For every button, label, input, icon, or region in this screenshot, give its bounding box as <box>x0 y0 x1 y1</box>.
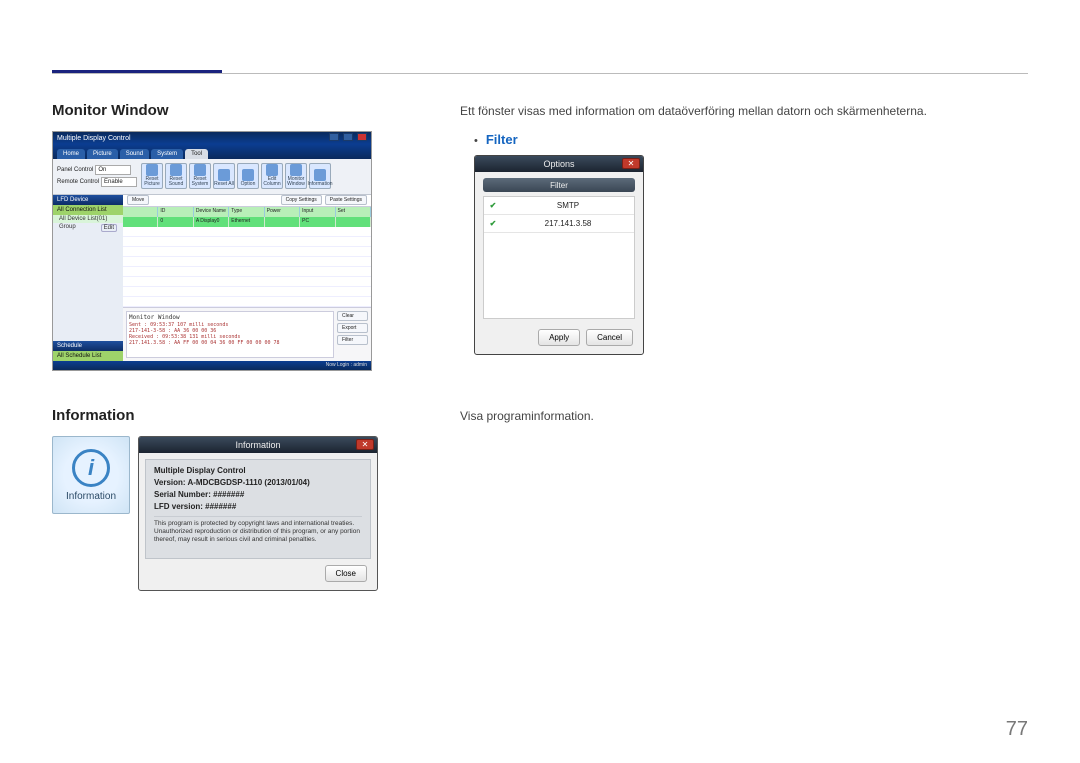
information-dialog: Information ✕ Multiple Display Control V… <box>138 436 378 591</box>
edit-column-icon <box>266 164 278 176</box>
page-number: 77 <box>1006 718 1028 741</box>
mdc-monitor-panel: Monitor Window Sent : 09:53:37 107 milli… <box>123 307 371 361</box>
monitor-icon <box>290 164 302 176</box>
table-header-row: ID Device Name Type Power Input Set <box>123 207 371 217</box>
edit-column-button[interactable]: Edit Column <box>261 163 283 189</box>
filter-button[interactable]: Filter <box>337 335 368 345</box>
sidebar-group: Group Edit <box>53 223 123 233</box>
check-icon: ✔ <box>484 201 502 210</box>
close-icon[interactable]: ✕ <box>622 158 640 169</box>
mdc-window-controls <box>327 133 367 143</box>
sidebar-device-count[interactable]: All Device List(01) <box>53 215 123 223</box>
mdc-toolbar: Panel Control On Remote Control Enable R… <box>53 159 371 195</box>
cancel-button[interactable]: Cancel <box>586 329 633 346</box>
filter-label: Filter <box>486 132 518 147</box>
list-item[interactable]: ✔ 217.141.3.58 <box>484 215 634 233</box>
remote-control-label: Remote Control <box>57 179 99 185</box>
mdc-titlebar: Multiple Display Control <box>53 132 371 144</box>
information-tile[interactable]: i Information <box>52 436 130 514</box>
tab-system[interactable]: System <box>151 149 183 159</box>
reset-picture-button[interactable]: Reset Picture <box>141 163 163 189</box>
tab-tool[interactable]: Tool <box>185 149 208 159</box>
reset-all-button[interactable]: Reset All <box>213 163 235 189</box>
reset-system-icon <box>194 164 206 176</box>
close-icon[interactable] <box>357 133 367 141</box>
table-row[interactable]: 0 A Display0 Ethernet PC <box>123 217 371 227</box>
info-product: Multiple Display Control <box>154 466 362 475</box>
export-button[interactable]: Export <box>337 323 368 333</box>
reset-sound-button[interactable]: Reset Sound <box>165 163 187 189</box>
tab-sound[interactable]: Sound <box>120 149 149 159</box>
tab-home[interactable]: Home <box>57 149 85 159</box>
info-version: Version: A-MDCBGDSP-1110 (2013/01/04) <box>154 478 362 487</box>
close-button[interactable]: Close <box>325 565 367 582</box>
gear-icon <box>242 169 254 181</box>
monitor-window-desc: Ett fönster visas med information om dat… <box>460 102 1028 120</box>
remote-control-select[interactable]: Enable <box>101 177 137 187</box>
monitor-window-button[interactable]: Monitor Window <box>285 163 307 189</box>
sidebar-header-lfd: LFD Device <box>53 195 123 205</box>
copy-settings-button[interactable]: Copy Settings <box>281 195 322 205</box>
clear-button[interactable]: Clear <box>337 311 368 321</box>
info-serial: Serial Number: ####### <box>154 490 362 499</box>
move-button[interactable]: Move <box>127 195 149 205</box>
mdc-device-table: ID Device Name Type Power Input Set 0 A … <box>123 207 371 307</box>
mdc-tabs: Home Picture Sound System Tool <box>53 144 371 158</box>
options-subtitle: Filter <box>483 178 635 192</box>
monitor-log: Monitor Window Sent : 09:53:37 107 milli… <box>126 311 334 358</box>
mdc-tool-buttons: Reset Picture Reset Sound Reset System R… <box>141 163 331 189</box>
information-heading: Information <box>52 407 452 424</box>
tab-picture[interactable]: Picture <box>87 149 118 159</box>
check-icon: ✔ <box>484 219 502 228</box>
information-dialog-title: Information ✕ <box>139 437 377 453</box>
table-empty-grid <box>123 227 371 307</box>
sidebar-all-schedule[interactable]: All Schedule List <box>53 351 123 361</box>
mdc-status-bar: Now Login : admin <box>53 361 371 370</box>
reset-system-button[interactable]: Reset System <box>189 163 211 189</box>
close-icon[interactable]: ✕ <box>356 439 374 450</box>
monitor-window-heading: Monitor Window <box>52 102 452 119</box>
reset-sound-icon <box>170 164 182 176</box>
apply-button[interactable]: Apply <box>538 329 580 346</box>
reset-picture-icon <box>146 164 158 176</box>
information-desc: Visa programinformation. <box>460 407 1028 425</box>
header-divider <box>52 73 1028 74</box>
info-icon: i <box>72 449 110 487</box>
maximize-icon[interactable] <box>343 133 353 141</box>
mdc-action-bar: Move Copy Settings Paste Settings <box>123 195 371 207</box>
mdc-app-title: Multiple Display Control <box>57 135 131 142</box>
option-button[interactable]: Option <box>237 163 259 189</box>
panel-control-select[interactable]: On <box>95 165 131 175</box>
info-legal: This program is protected by copyright l… <box>154 516 362 544</box>
minimize-icon[interactable] <box>329 133 339 141</box>
info-icon <box>314 169 326 181</box>
info-lfd: LFD version: ####### <box>154 502 362 511</box>
sidebar-all-connection[interactable]: All Connection List <box>53 205 123 215</box>
list-item[interactable]: ✔ SMTP <box>484 197 634 215</box>
paste-settings-button[interactable]: Paste Settings <box>325 195 367 205</box>
sidebar-edit-button[interactable]: Edit <box>101 224 117 232</box>
reset-all-icon <box>218 169 230 181</box>
options-list: ✔ SMTP ✔ 217.141.3.58 <box>483 196 635 319</box>
options-dialog: Options ✕ Filter ✔ SMTP ✔ 217.141.3.58 A… <box>474 155 644 355</box>
options-titlebar: Options ✕ <box>475 156 643 172</box>
information-button[interactable]: Information <box>309 163 331 189</box>
mdc-sidebar: LFD Device All Connection List All Devic… <box>53 195 123 361</box>
panel-control-label: Panel Control <box>57 167 93 173</box>
sidebar-header-schedule: Schedule <box>53 341 123 351</box>
information-tile-caption: Information <box>66 491 116 502</box>
bullet-dot: • <box>474 135 478 147</box>
mdc-app-screenshot: Multiple Display Control Home Picture So… <box>52 131 372 371</box>
